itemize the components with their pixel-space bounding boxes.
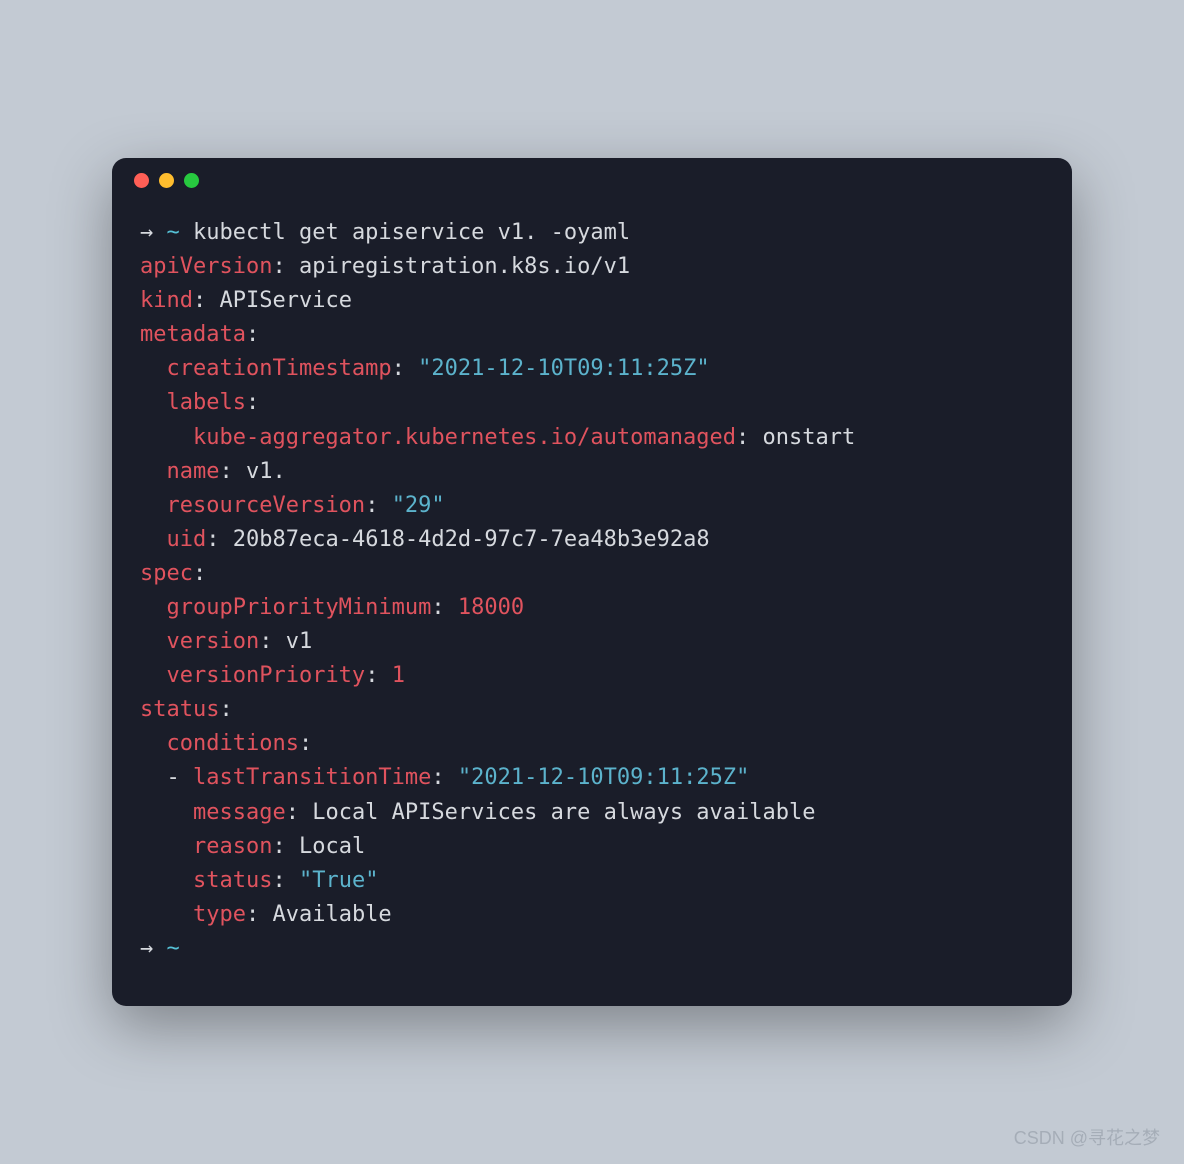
terminal-body[interactable]: → ~ kubectl get apiservice v1. -oyaml ap… (112, 204, 1072, 1006)
yaml-value: "2021-12-10T09:11:25Z" (418, 356, 709, 381)
watermark: CSDN @寻花之梦 (1014, 1124, 1160, 1150)
yaml-key: labels (167, 390, 246, 415)
yaml-key: lastTransitionTime (193, 765, 431, 790)
yaml-value: apiregistration.k8s.io/v1 (299, 254, 630, 279)
prompt-cwd: ~ (167, 936, 180, 961)
yaml-key: kind (140, 288, 193, 313)
minimize-icon[interactable] (159, 173, 174, 188)
command-text: kubectl get apiservice v1. -oyaml (193, 220, 630, 245)
yaml-value: "True" (299, 868, 378, 893)
yaml-key: creationTimestamp (167, 356, 392, 381)
yaml-key: status (193, 868, 272, 893)
title-bar (112, 158, 1072, 204)
yaml-value: onstart (763, 425, 856, 450)
close-icon[interactable] (134, 173, 149, 188)
yaml-key: groupPriorityMinimum (167, 595, 432, 620)
yaml-key: metadata (140, 322, 246, 347)
yaml-value: APIService (219, 288, 351, 313)
yaml-key: kube-aggregator.kubernetes.io/automanage… (193, 425, 736, 450)
yaml-key: apiVersion (140, 254, 272, 279)
yaml-key: reason (193, 834, 272, 859)
yaml-value: "2021-12-10T09:11:25Z" (458, 765, 749, 790)
maximize-icon[interactable] (184, 173, 199, 188)
yaml-value: Local (299, 834, 365, 859)
yaml-key: message (193, 800, 286, 825)
terminal-window: → ~ kubectl get apiservice v1. -oyaml ap… (112, 158, 1072, 1006)
yaml-key: status (140, 697, 219, 722)
yaml-value: v1. (246, 459, 286, 484)
yaml-value: "29" (392, 493, 445, 518)
yaml-value: v1 (286, 629, 313, 654)
yaml-key: uid (167, 527, 207, 552)
yaml-key: type (193, 902, 246, 927)
yaml-value: 1 (392, 663, 405, 688)
prompt-arrow: → (140, 220, 153, 245)
yaml-value: Available (272, 902, 391, 927)
yaml-key: resourceVersion (167, 493, 366, 518)
yaml-value: 18000 (458, 595, 524, 620)
yaml-key: version (167, 629, 260, 654)
yaml-dash: - (167, 765, 180, 790)
prompt-arrow: → (140, 936, 153, 961)
prompt-cwd: ~ (167, 220, 180, 245)
yaml-key: conditions (167, 731, 299, 756)
yaml-key: name (167, 459, 220, 484)
yaml-value: Local APIServices are always available (312, 800, 815, 825)
yaml-key: spec (140, 561, 193, 586)
yaml-value: 20b87eca-4618-4d2d-97c7-7ea48b3e92a8 (233, 527, 710, 552)
yaml-key: versionPriority (167, 663, 366, 688)
